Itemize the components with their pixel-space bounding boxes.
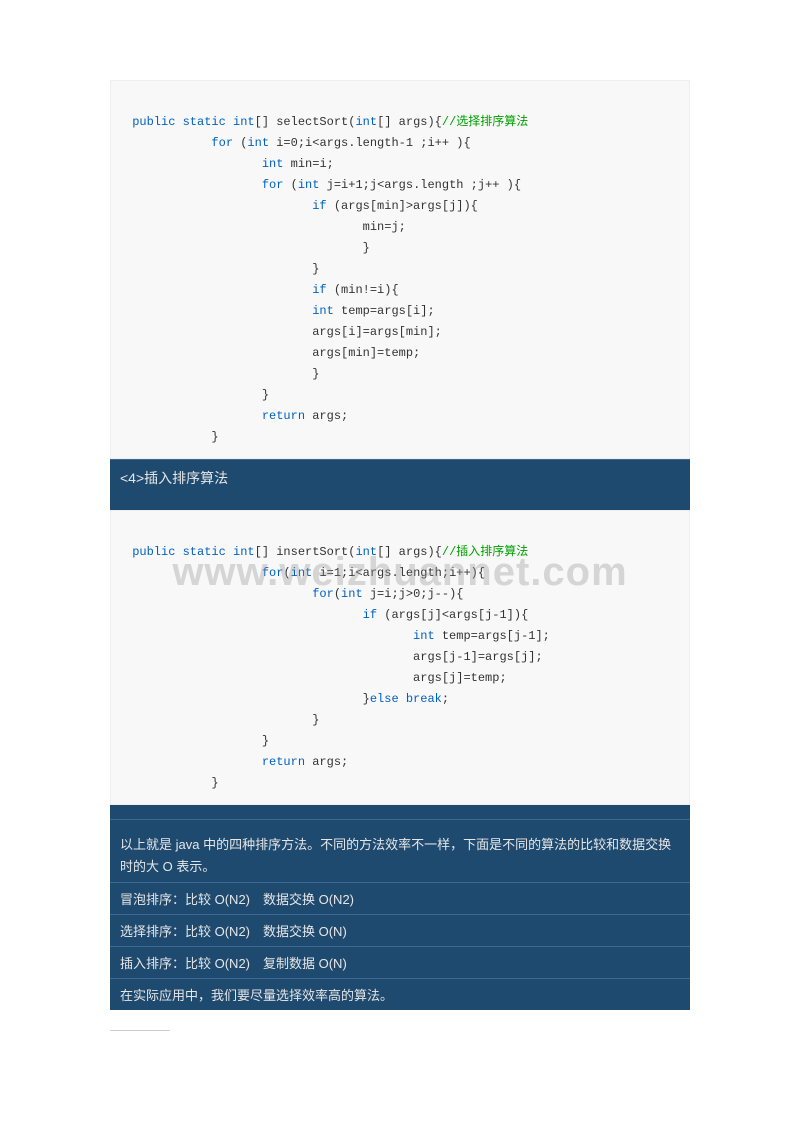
code-text: [] selectSort(: [255, 115, 356, 129]
code-text: j=i+1;j<args.length ;j++ ){: [319, 178, 521, 192]
code-text: (: [283, 566, 290, 580]
code-text: i=1;i<args.length;i++){: [312, 566, 485, 580]
footer-line: [110, 1030, 170, 1031]
code-text: (min!=i){: [334, 283, 399, 297]
summary-intro: 以上就是 java 中的四种排序方法。不同的方法效率不一样，下面是不同的算法的比…: [110, 819, 690, 882]
code-text: if: [125, 283, 334, 297]
code-text: for: [125, 178, 291, 192]
code-text: int: [341, 587, 363, 601]
code-text: args[i]=args[min];: [125, 325, 442, 339]
code-text: min=j;: [125, 220, 406, 234]
code-text: return: [125, 755, 305, 769]
code-text: (: [291, 178, 298, 192]
code-text: args;: [305, 409, 348, 423]
complexity-select: 选择排序：比较 O(N2) 数据交换 O(N): [110, 914, 690, 946]
code-text: int: [298, 178, 320, 192]
code-text: int: [125, 157, 283, 171]
code-text: public static int: [125, 115, 255, 129]
code-text: [] args){: [377, 545, 442, 559]
code-text: args[min]=temp;: [125, 346, 420, 360]
code-text: args[j]=temp;: [125, 671, 507, 685]
code-text: public static int: [125, 545, 255, 559]
code-text: (: [334, 587, 341, 601]
code-text: }: [125, 734, 269, 748]
code-text: min=i;: [283, 157, 333, 171]
code-text: args[j-1]=args[j];: [125, 650, 543, 664]
code-text: (args[min]>args[j]){: [334, 199, 478, 213]
code-text: int: [125, 629, 435, 643]
complexity-insert: 插入排序：比较 O(N2) 复制数据 O(N): [110, 946, 690, 978]
code-text: for: [125, 136, 240, 150]
spacer: [110, 805, 690, 819]
summary-outro: 在实际应用中，我们要尽量选择效率高的算法。: [110, 978, 690, 1010]
code-text: return: [125, 409, 305, 423]
code-text: for: [125, 566, 283, 580]
code-text: else break: [370, 692, 442, 706]
code-text: j=i;j>0;j--){: [363, 587, 464, 601]
code-text: i=0;i<args.length-1 ;i++ ){: [269, 136, 471, 150]
code-text: }: [125, 776, 219, 790]
code-comment: //插入排序算法: [442, 545, 528, 559]
code-text: int: [125, 304, 334, 318]
code-text: }: [125, 262, 319, 276]
code-text: if: [125, 199, 334, 213]
code-text: int: [355, 545, 377, 559]
code-text: [] args){: [377, 115, 442, 129]
code-text: temp=args[i];: [334, 304, 435, 318]
code-text: }: [125, 367, 319, 381]
code-text: }: [125, 430, 219, 444]
code-block-select-sort: public static int[] selectSort(int[] arg…: [110, 80, 690, 459]
code-text: }: [125, 713, 319, 727]
code-text: for: [125, 587, 334, 601]
code-text: if: [125, 608, 384, 622]
code-comment: //选择排序算法: [442, 115, 528, 129]
code-text: ;: [442, 692, 449, 706]
code-block-insert-sort: public static int[] insertSort(int[] arg…: [110, 510, 690, 805]
complexity-bubble: 冒泡排序：比较 O(N2) 数据交换 O(N2): [110, 882, 690, 914]
section-header-insert-sort: <4>插入排序算法: [110, 459, 690, 496]
code-text: args;: [305, 755, 348, 769]
code-text: [] insertSort(: [255, 545, 356, 559]
spacer: [110, 496, 690, 510]
code-text: }: [125, 388, 269, 402]
code-text: }: [125, 241, 370, 255]
code-text: int: [355, 115, 377, 129]
code-text: int: [247, 136, 269, 150]
code-text: }: [125, 692, 370, 706]
code-text: int: [291, 566, 313, 580]
code-text: temp=args[j-1];: [435, 629, 550, 643]
code-text: (args[j]<args[j-1]){: [384, 608, 528, 622]
